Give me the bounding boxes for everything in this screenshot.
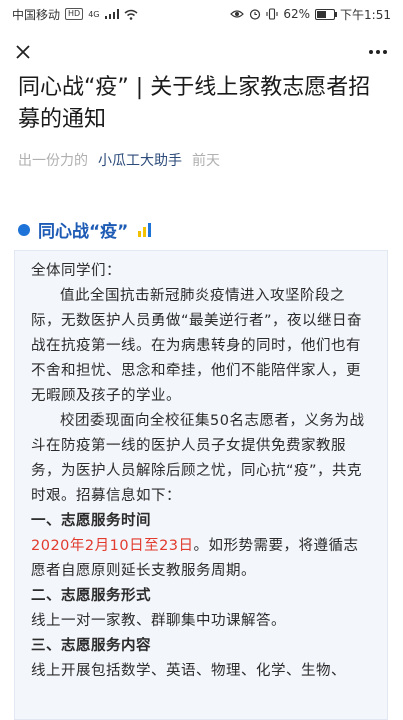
top-nav bbox=[0, 30, 403, 74]
section-header: 同心战“疫” bbox=[18, 217, 152, 242]
clock-label: 下午1:51 bbox=[340, 7, 391, 22]
battery-icon bbox=[315, 8, 338, 20]
article-title: 同心战“疫” | 关于线上家教志愿者招募的通知 bbox=[18, 75, 371, 132]
account-name-link[interactable]: 小瓜工大助手 bbox=[98, 150, 182, 170]
more-button[interactable] bbox=[365, 39, 391, 65]
heading-service-form: 二、志愿服务形式 bbox=[31, 588, 151, 604]
hd-badge: HD bbox=[65, 8, 84, 20]
publish-time: 前天 bbox=[192, 153, 220, 169]
close-icon bbox=[16, 45, 30, 59]
bullet-dot-icon bbox=[18, 223, 30, 236]
article-meta: 出一份力的 小瓜工大助手 前天 bbox=[18, 150, 220, 170]
paragraph-2: 校团委现面向全校征集50名志愿者，义务为战斗在防疫第一线的医护人员子女提供免费家… bbox=[31, 413, 365, 504]
carrier-label: 中国移动 bbox=[12, 7, 61, 22]
bars-decor-icon bbox=[138, 222, 152, 237]
status-bar-left: 中国移动 HD 4G bbox=[12, 6, 138, 23]
section-title: 同心战“疫” bbox=[38, 222, 129, 242]
alarm-icon bbox=[250, 9, 261, 20]
status-bar: 中国移动 HD 4G 62% 下午1:51 bbox=[0, 0, 403, 28]
service-time-text: 2020年2月10日至23日。如形势需要，将遵循志愿者自愿原则延长支教服务周期。 bbox=[31, 534, 373, 584]
service-form-text: 线上一对一家教、群聊集中功课解答。 bbox=[31, 613, 286, 629]
vibrate-icon bbox=[266, 8, 278, 20]
content-card: 全体同学们： 值此全国抗击新冠肺炎疫情进入攻坚阶段之际，无数医护人员勇做“最美逆… bbox=[14, 250, 388, 720]
eye-icon bbox=[230, 10, 245, 18]
status-bar-right: 62% 下午1:51 bbox=[230, 6, 391, 23]
more-icon bbox=[369, 50, 387, 54]
network-label: 4G bbox=[88, 9, 100, 19]
service-content-text: 线上开展包括数学、英语、物理、化学、生物、 bbox=[31, 663, 346, 679]
service-date-highlight: 2020年2月10日至23日 bbox=[31, 538, 194, 554]
heading-service-content: 三、志愿服务内容 bbox=[31, 638, 151, 654]
battery-percent: 62% bbox=[283, 7, 311, 21]
signal-icon bbox=[104, 9, 119, 19]
paragraph-1: 值此全国抗击新冠肺炎疫情进入攻坚阶段之际，无数医护人员勇做“最美逆行者”，夜以继… bbox=[31, 288, 363, 404]
greeting: 全体同学们： bbox=[31, 263, 121, 279]
close-button[interactable] bbox=[10, 39, 36, 65]
heading-service-time: 一、志愿服务时间 bbox=[31, 513, 151, 529]
wifi-icon bbox=[124, 9, 137, 20]
account-org: 出一份力的 bbox=[18, 153, 88, 169]
